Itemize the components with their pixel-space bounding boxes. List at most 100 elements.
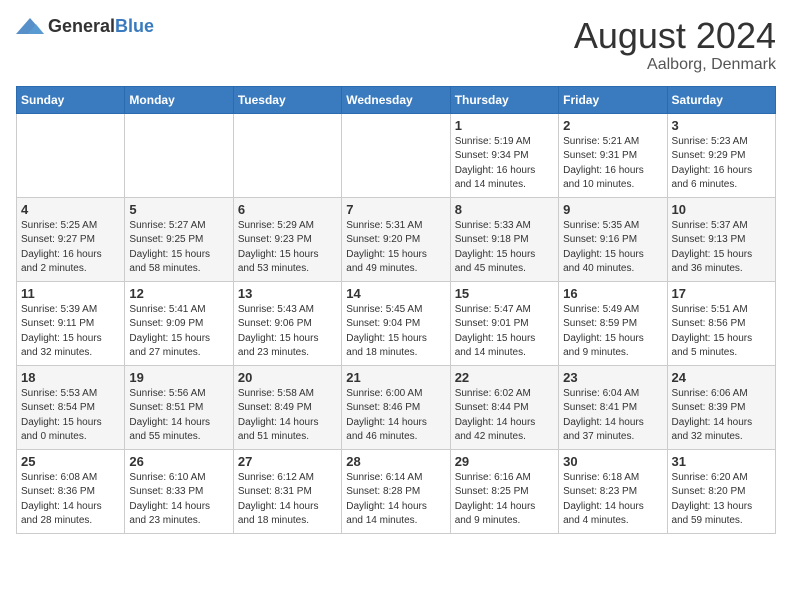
calendar-cell: 30 Sunrise: 6:18 AMSunset: 8:23 PMDayligh… (559, 449, 667, 533)
page-header: GeneralBlue August 2024 Aalborg, Denmark (16, 16, 776, 74)
day-number: 21 (346, 370, 445, 385)
day-number: 20 (238, 370, 337, 385)
calendar-cell: 15 Sunrise: 5:47 AMSunset: 9:01 PMDayligh… (450, 281, 558, 365)
day-number: 18 (21, 370, 120, 385)
calendar-cell: 26 Sunrise: 6:10 AMSunset: 8:33 PMDayligh… (125, 449, 233, 533)
day-info: Sunrise: 6:06 AMSunset: 8:39 PMDaylight:… (672, 387, 771, 445)
day-info: Sunrise: 5:39 AMSunset: 9:11 PMDaylight:… (21, 303, 120, 361)
day-info: Sunrise: 6:04 AMSunset: 8:41 PMDaylight:… (563, 387, 662, 445)
day-info: Sunrise: 5:56 AMSunset: 8:51 PMDaylight:… (129, 387, 228, 445)
day-number: 31 (672, 454, 771, 469)
calendar-week-row: 18 Sunrise: 5:53 AMSunset: 8:54 PMDayligh… (17, 365, 776, 449)
calendar-cell: 22 Sunrise: 6:02 AMSunset: 8:44 PMDayligh… (450, 365, 558, 449)
day-info: Sunrise: 5:35 AMSunset: 9:16 PMDaylight:… (563, 219, 662, 277)
calendar-cell: 11Sunrise: 5:39 AMSunset: 9:11 PMDayligh… (17, 281, 125, 365)
day-info: Sunrise: 6:08 AMSunset: 8:36 PMDaylight:… (21, 471, 120, 529)
calendar-cell: 3 Sunrise: 5:23 AMSunset: 9:29 PMDaylight… (667, 113, 775, 197)
calendar-week-row: 1Sunrise: 5:19 AMSunset: 9:34 PMDaylight… (17, 113, 776, 197)
day-info: Sunrise: 6:16 AMSunset: 8:25 PMDaylight:… (455, 471, 554, 529)
calendar-cell: 21 Sunrise: 6:00 AMSunset: 8:46 PMDayligh… (342, 365, 450, 449)
calendar-cell: 9 Sunrise: 5:35 AMSunset: 9:16 PMDaylight… (559, 197, 667, 281)
day-number: 8 (455, 202, 554, 217)
logo-general: General (48, 16, 115, 36)
day-info: Sunrise: 5:47 AMSunset: 9:01 PMDaylight:… (455, 303, 554, 361)
calendar-cell (342, 113, 450, 197)
day-info: Sunrise: 5:45 AMSunset: 9:04 PMDaylight:… (346, 303, 445, 361)
day-number: 30 (563, 454, 662, 469)
day-info: Sunrise: 5:37 AMSunset: 9:13 PMDaylight:… (672, 219, 771, 277)
calendar-table: SundayMondayTuesdayWednesdayThursdayFrid… (16, 86, 776, 534)
calendar-header-row: SundayMondayTuesdayWednesdayThursdayFrid… (17, 86, 776, 113)
day-number: 16 (563, 286, 662, 301)
day-info: Sunrise: 6:02 AMSunset: 8:44 PMDaylight:… (455, 387, 554, 445)
day-info: Sunrise: 5:23 AMSunset: 9:29 PMDaylight:… (672, 135, 771, 193)
day-of-week-header: Thursday (450, 86, 558, 113)
day-number: 19 (129, 370, 228, 385)
calendar-cell: 6 Sunrise: 5:29 AMSunset: 9:23 PMDaylight… (233, 197, 341, 281)
calendar-cell: 24 Sunrise: 6:06 AMSunset: 8:39 PMDayligh… (667, 365, 775, 449)
calendar-cell (17, 113, 125, 197)
day-of-week-header: Wednesday (342, 86, 450, 113)
day-of-week-header: Monday (125, 86, 233, 113)
calendar-week-row: 11Sunrise: 5:39 AMSunset: 9:11 PMDayligh… (17, 281, 776, 365)
day-number: 17 (672, 286, 771, 301)
calendar-week-row: 25 Sunrise: 6:08 AMSunset: 8:36 PMDayligh… (17, 449, 776, 533)
day-number: 24 (672, 370, 771, 385)
calendar-cell: 12Sunrise: 5:41 AMSunset: 9:09 PMDayligh… (125, 281, 233, 365)
day-number: 9 (563, 202, 662, 217)
calendar-cell: 1Sunrise: 5:19 AMSunset: 9:34 PMDaylight… (450, 113, 558, 197)
day-info: Sunrise: 5:25 AMSunset: 9:27 PMDaylight:… (21, 219, 120, 277)
day-info: Sunrise: 6:10 AMSunset: 8:33 PMDaylight:… (129, 471, 228, 529)
day-info: Sunrise: 6:00 AMSunset: 8:46 PMDaylight:… (346, 387, 445, 445)
day-number: 15 (455, 286, 554, 301)
day-number: 23 (563, 370, 662, 385)
calendar-cell: 28Sunrise: 6:14 AMSunset: 8:28 PMDayligh… (342, 449, 450, 533)
logo: GeneralBlue (16, 16, 154, 38)
day-number: 3 (672, 118, 771, 133)
calendar-cell: 13Sunrise: 5:43 AMSunset: 9:06 PMDayligh… (233, 281, 341, 365)
day-info: Sunrise: 6:18 AMSunset: 8:23 PMDaylight:… (563, 471, 662, 529)
calendar-cell: 19 Sunrise: 5:56 AMSunset: 8:51 PMDayligh… (125, 365, 233, 449)
day-info: Sunrise: 6:20 AMSunset: 8:20 PMDaylight:… (672, 471, 771, 529)
day-number: 28 (346, 454, 445, 469)
calendar-cell: 14 Sunrise: 5:45 AMSunset: 9:04 PMDayligh… (342, 281, 450, 365)
day-info: Sunrise: 5:33 AMSunset: 9:18 PMDaylight:… (455, 219, 554, 277)
day-info: Sunrise: 5:29 AMSunset: 9:23 PMDaylight:… (238, 219, 337, 277)
day-info: Sunrise: 5:43 AMSunset: 9:06 PMDaylight:… (238, 303, 337, 361)
title-block: August 2024 Aalborg, Denmark (574, 16, 776, 74)
day-number: 2 (563, 118, 662, 133)
calendar-cell: 7Sunrise: 5:31 AMSunset: 9:20 PMDaylight… (342, 197, 450, 281)
day-number: 26 (129, 454, 228, 469)
calendar-cell: 2Sunrise: 5:21 AMSunset: 9:31 PMDaylight… (559, 113, 667, 197)
calendar-cell: 18 Sunrise: 5:53 AMSunset: 8:54 PMDayligh… (17, 365, 125, 449)
day-info: Sunrise: 6:12 AMSunset: 8:31 PMDaylight:… (238, 471, 337, 529)
calendar-cell: 16Sunrise: 5:49 AMSunset: 8:59 PMDayligh… (559, 281, 667, 365)
sub-title: Aalborg, Denmark (574, 56, 776, 74)
day-number: 7 (346, 202, 445, 217)
day-number: 12 (129, 286, 228, 301)
calendar-cell: 27 Sunrise: 6:12 AMSunset: 8:31 PMDayligh… (233, 449, 341, 533)
day-info: Sunrise: 5:53 AMSunset: 8:54 PMDaylight:… (21, 387, 120, 445)
day-number: 25 (21, 454, 120, 469)
day-number: 14 (346, 286, 445, 301)
calendar-cell: 29 Sunrise: 6:16 AMSunset: 8:25 PMDayligh… (450, 449, 558, 533)
day-info: Sunrise: 5:58 AMSunset: 8:49 PMDaylight:… (238, 387, 337, 445)
day-number: 6 (238, 202, 337, 217)
day-of-week-header: Sunday (17, 86, 125, 113)
calendar-cell: 8 Sunrise: 5:33 AMSunset: 9:18 PMDaylight… (450, 197, 558, 281)
day-number: 22 (455, 370, 554, 385)
day-number: 1 (455, 118, 554, 133)
day-info: Sunrise: 5:27 AMSunset: 9:25 PMDaylight:… (129, 219, 228, 277)
calendar-cell (125, 113, 233, 197)
day-info: Sunrise: 5:51 AMSunset: 8:56 PMDaylight:… (672, 303, 771, 361)
calendar-cell: 4Sunrise: 5:25 AMSunset: 9:27 PMDaylight… (17, 197, 125, 281)
calendar-cell: 23 Sunrise: 6:04 AMSunset: 8:41 PMDayligh… (559, 365, 667, 449)
calendar-cell: 20 Sunrise: 5:58 AMSunset: 8:49 PMDayligh… (233, 365, 341, 449)
day-number: 29 (455, 454, 554, 469)
day-of-week-header: Tuesday (233, 86, 341, 113)
calendar-cell: 17 Sunrise: 5:51 AMSunset: 8:56 PMDayligh… (667, 281, 775, 365)
calendar-cell: 5Sunrise: 5:27 AMSunset: 9:25 PMDaylight… (125, 197, 233, 281)
day-number: 27 (238, 454, 337, 469)
logo-text: GeneralBlue (48, 17, 154, 37)
calendar-week-row: 4Sunrise: 5:25 AMSunset: 9:27 PMDaylight… (17, 197, 776, 281)
